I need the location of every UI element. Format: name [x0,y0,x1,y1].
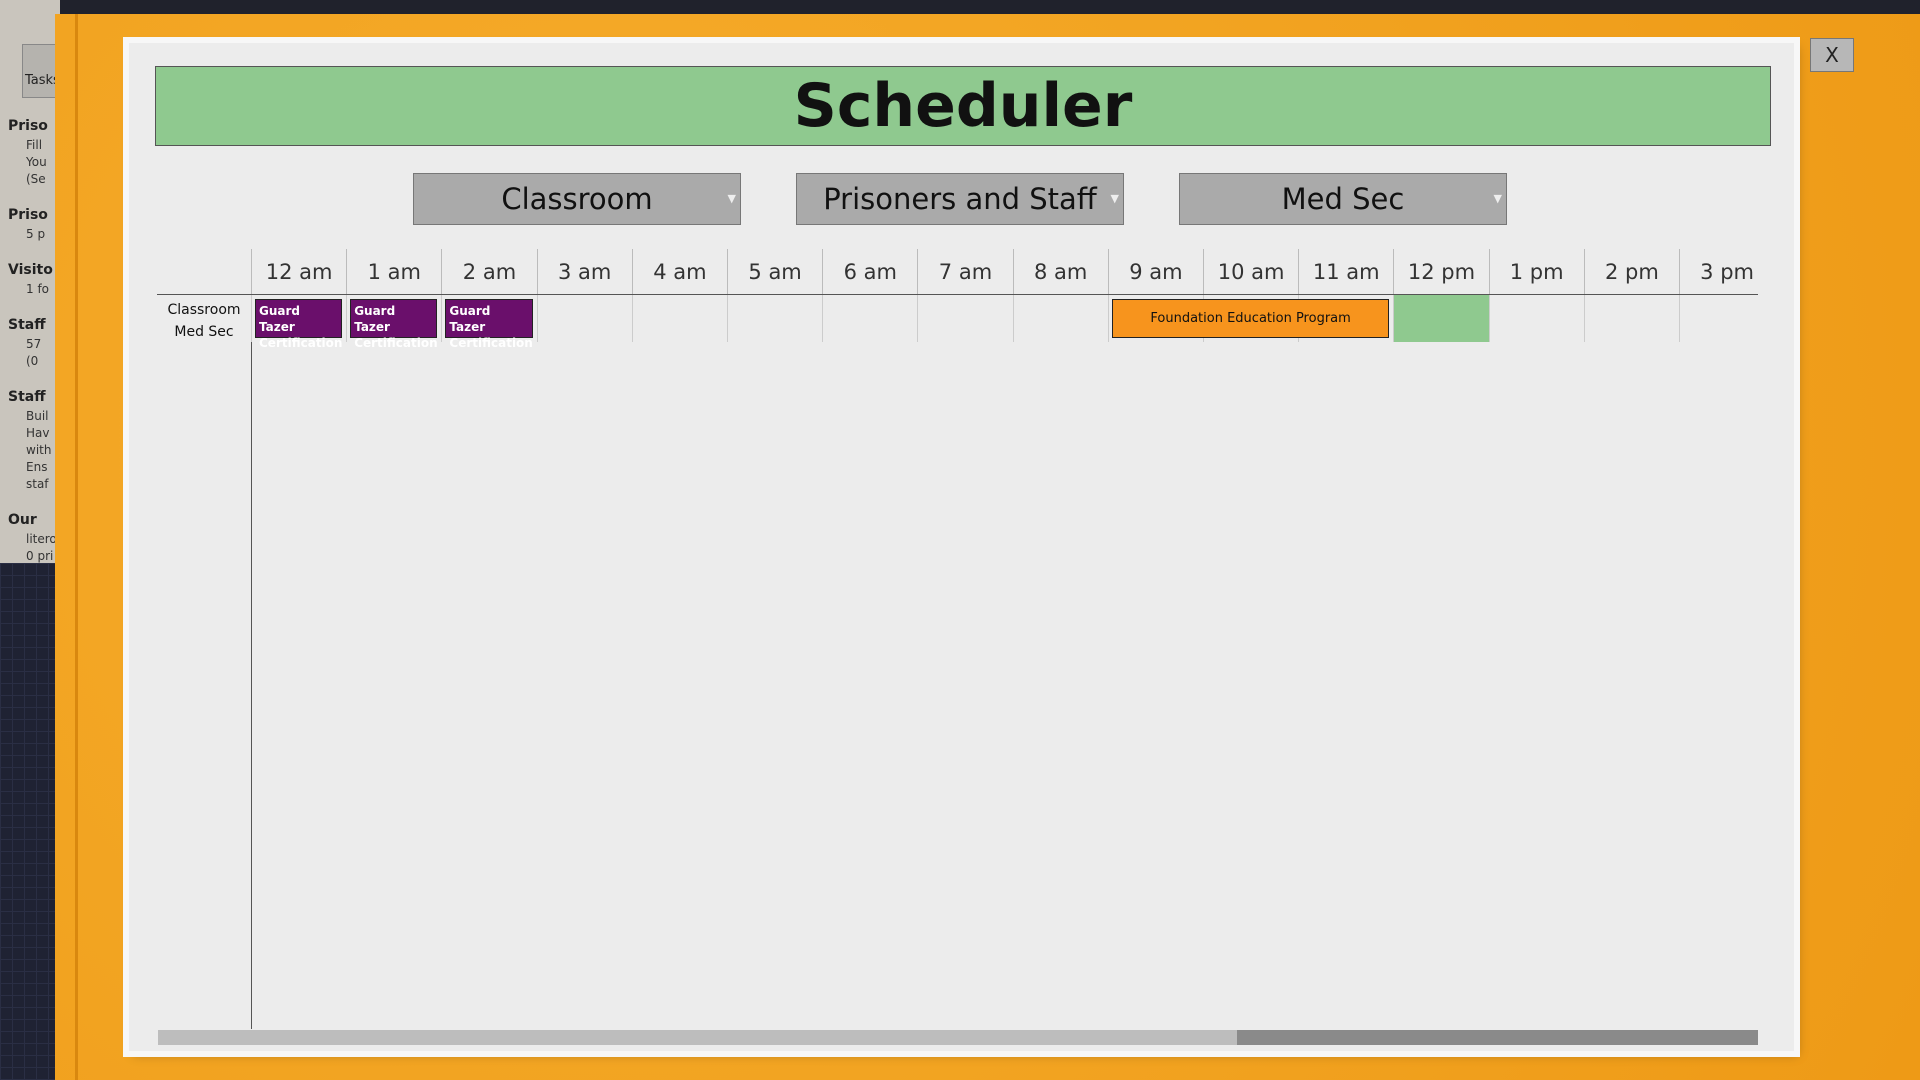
chevron-down-icon: ▼ [727,192,736,205]
task-subitem: Ens [26,460,48,474]
task-subitem: (Se [26,172,46,186]
schedule-cell[interactable] [727,295,822,342]
task-item: Priso [8,118,48,134]
schedule-cell[interactable] [1488,295,1584,342]
hour-header: 2 pm [1583,249,1679,294]
task-subitem: Fill [26,138,43,152]
schedule-cell[interactable] [917,295,1012,342]
scrollbar-thumb[interactable] [1237,1030,1758,1045]
horizontal-scrollbar[interactable] [158,1030,1758,1045]
task-item: Staff [8,317,46,333]
row-label: Classroom Med Sec [157,299,251,343]
schedule-event[interactable]: Foundation Education Program [1111,299,1390,338]
hour-header: 7 am [917,249,1012,294]
schedule-cell[interactable] [1393,295,1489,342]
sector-dropdown[interactable]: Med Sec ▼ [1179,173,1507,225]
chevron-down-icon: ▼ [1493,192,1502,205]
schedule-grid: Classroom Med Sec 12 am 1 am 2 am 3 am 4 am 5… [157,249,1758,1029]
schedule-cell[interactable] [1679,295,1774,342]
hour-header: 10 am [1203,249,1298,294]
task-subitem: 1 fo [26,282,50,296]
hour-header: 3 am [536,249,632,294]
hour-header: 11 am [1298,249,1393,294]
hour-header: 8 am [1012,249,1108,294]
map-grid [0,563,60,1080]
task-subitem: Hav [26,426,50,440]
schedule-event[interactable]: Guard Tazer Certification [350,299,438,350]
hour-header: 3 pm [1679,249,1774,294]
hour-header: 12 pm [1393,249,1488,294]
task-item: Our [8,512,37,528]
schedule-cell[interactable] [1012,295,1108,342]
task-subitem: 0 pri [26,549,54,563]
task-item: Visito [8,262,53,278]
task-subitem: 57 [26,337,42,351]
schedule-cell[interactable] [631,295,727,342]
room-dropdown[interactable]: Classroom ▼ [413,173,741,225]
tasks-sidebar: Tasks Priso Fill You (Se Priso 5 p Visito 1 fo S… [0,0,60,1080]
schedule-cell[interactable] [822,295,917,342]
task-subitem: litero [26,532,57,546]
task-subitem: You [26,155,47,169]
schedule-event[interactable]: Guard Tazer Certification [445,299,533,350]
task-subitem: Buil [26,409,49,423]
task-item: Priso [8,207,48,223]
page-title: Scheduler [155,66,1771,146]
hour-header: 4 am [631,249,727,294]
schedule-event[interactable]: Guard Tazer Certification [255,299,342,350]
row-room: Classroom [167,302,241,318]
hour-header: 2 am [441,249,536,294]
row-sector: Med Sec [174,324,234,340]
task-subitem: 5 p [26,227,46,241]
top-status-bar [0,0,1920,14]
task-subitem: (0 [26,354,39,368]
hour-header: 5 am [727,249,822,294]
chevron-down-icon: ▼ [1110,192,1119,205]
group-dropdown[interactable]: Prisoners and Staff ▼ [796,173,1124,225]
schedule-cell[interactable] [1583,295,1679,342]
hour-header: 1 am [346,249,441,294]
hour-header: 1 pm [1488,249,1584,294]
hour-header: 6 am [822,249,917,294]
hour-header: 9 am [1107,249,1203,294]
task-item: Staff [8,389,46,405]
close-button[interactable]: X [1810,38,1854,72]
task-subitem: with [26,443,52,457]
hour-header: 12 am [251,249,346,294]
schedule-cell[interactable] [536,295,632,342]
task-subitem: staf [26,477,49,491]
